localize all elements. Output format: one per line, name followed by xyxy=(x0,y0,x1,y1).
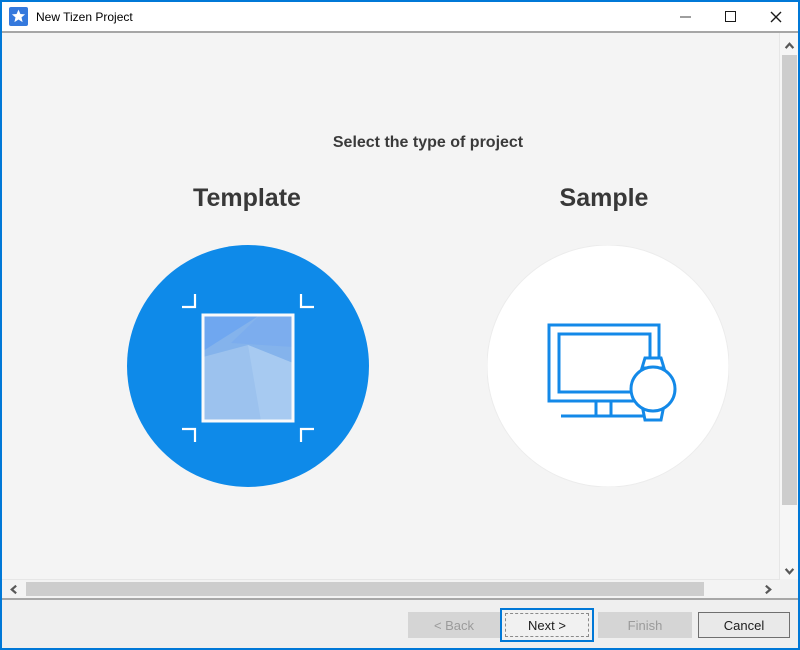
sample-option[interactable] xyxy=(487,245,729,487)
minimize-button[interactable] xyxy=(663,2,708,31)
titlebar[interactable]: New Tizen Project xyxy=(2,2,798,33)
cancel-button[interactable]: Cancel xyxy=(698,612,790,638)
scrollbar-corner xyxy=(780,579,798,598)
template-option[interactable] xyxy=(127,245,369,487)
scroll-down-icon[interactable] xyxy=(784,565,795,576)
finish-button[interactable]: Finish xyxy=(598,612,692,638)
scroll-left-icon[interactable] xyxy=(9,584,20,595)
wizard-page: Select the type of project Template Samp… xyxy=(2,33,798,579)
back-button[interactable]: < Back xyxy=(408,612,500,638)
horizontal-scrollbar[interactable] xyxy=(2,579,780,598)
scroll-right-icon[interactable] xyxy=(762,584,773,595)
minimize-icon xyxy=(680,16,691,18)
new-tizen-project-window: New Tizen Project Select the type of pro… xyxy=(0,0,800,650)
window-title: New Tizen Project xyxy=(36,10,133,24)
monitor-and-watch-icon xyxy=(487,245,729,487)
horizontal-scrollbar-thumb[interactable] xyxy=(26,582,704,596)
sample-label: Sample xyxy=(560,184,649,213)
close-button[interactable] xyxy=(753,2,798,31)
wizard-button-bar: < Back Next > Finish Cancel xyxy=(2,598,798,648)
scroll-up-icon[interactable] xyxy=(784,41,795,52)
template-label: Template xyxy=(193,184,301,213)
tizen-logo-icon xyxy=(9,7,28,26)
window-controls xyxy=(663,2,798,31)
vertical-scrollbar[interactable] xyxy=(779,33,798,579)
close-icon xyxy=(769,10,783,24)
vertical-scrollbar-thumb[interactable] xyxy=(782,55,797,505)
wizard-heading: Select the type of project xyxy=(333,134,523,152)
next-button[interactable]: Next > xyxy=(502,610,592,640)
maximize-button[interactable] xyxy=(708,2,753,31)
template-blueprint-icon xyxy=(127,245,369,487)
next-button-focus-ring: Next > xyxy=(500,608,594,642)
maximize-icon xyxy=(725,11,736,22)
